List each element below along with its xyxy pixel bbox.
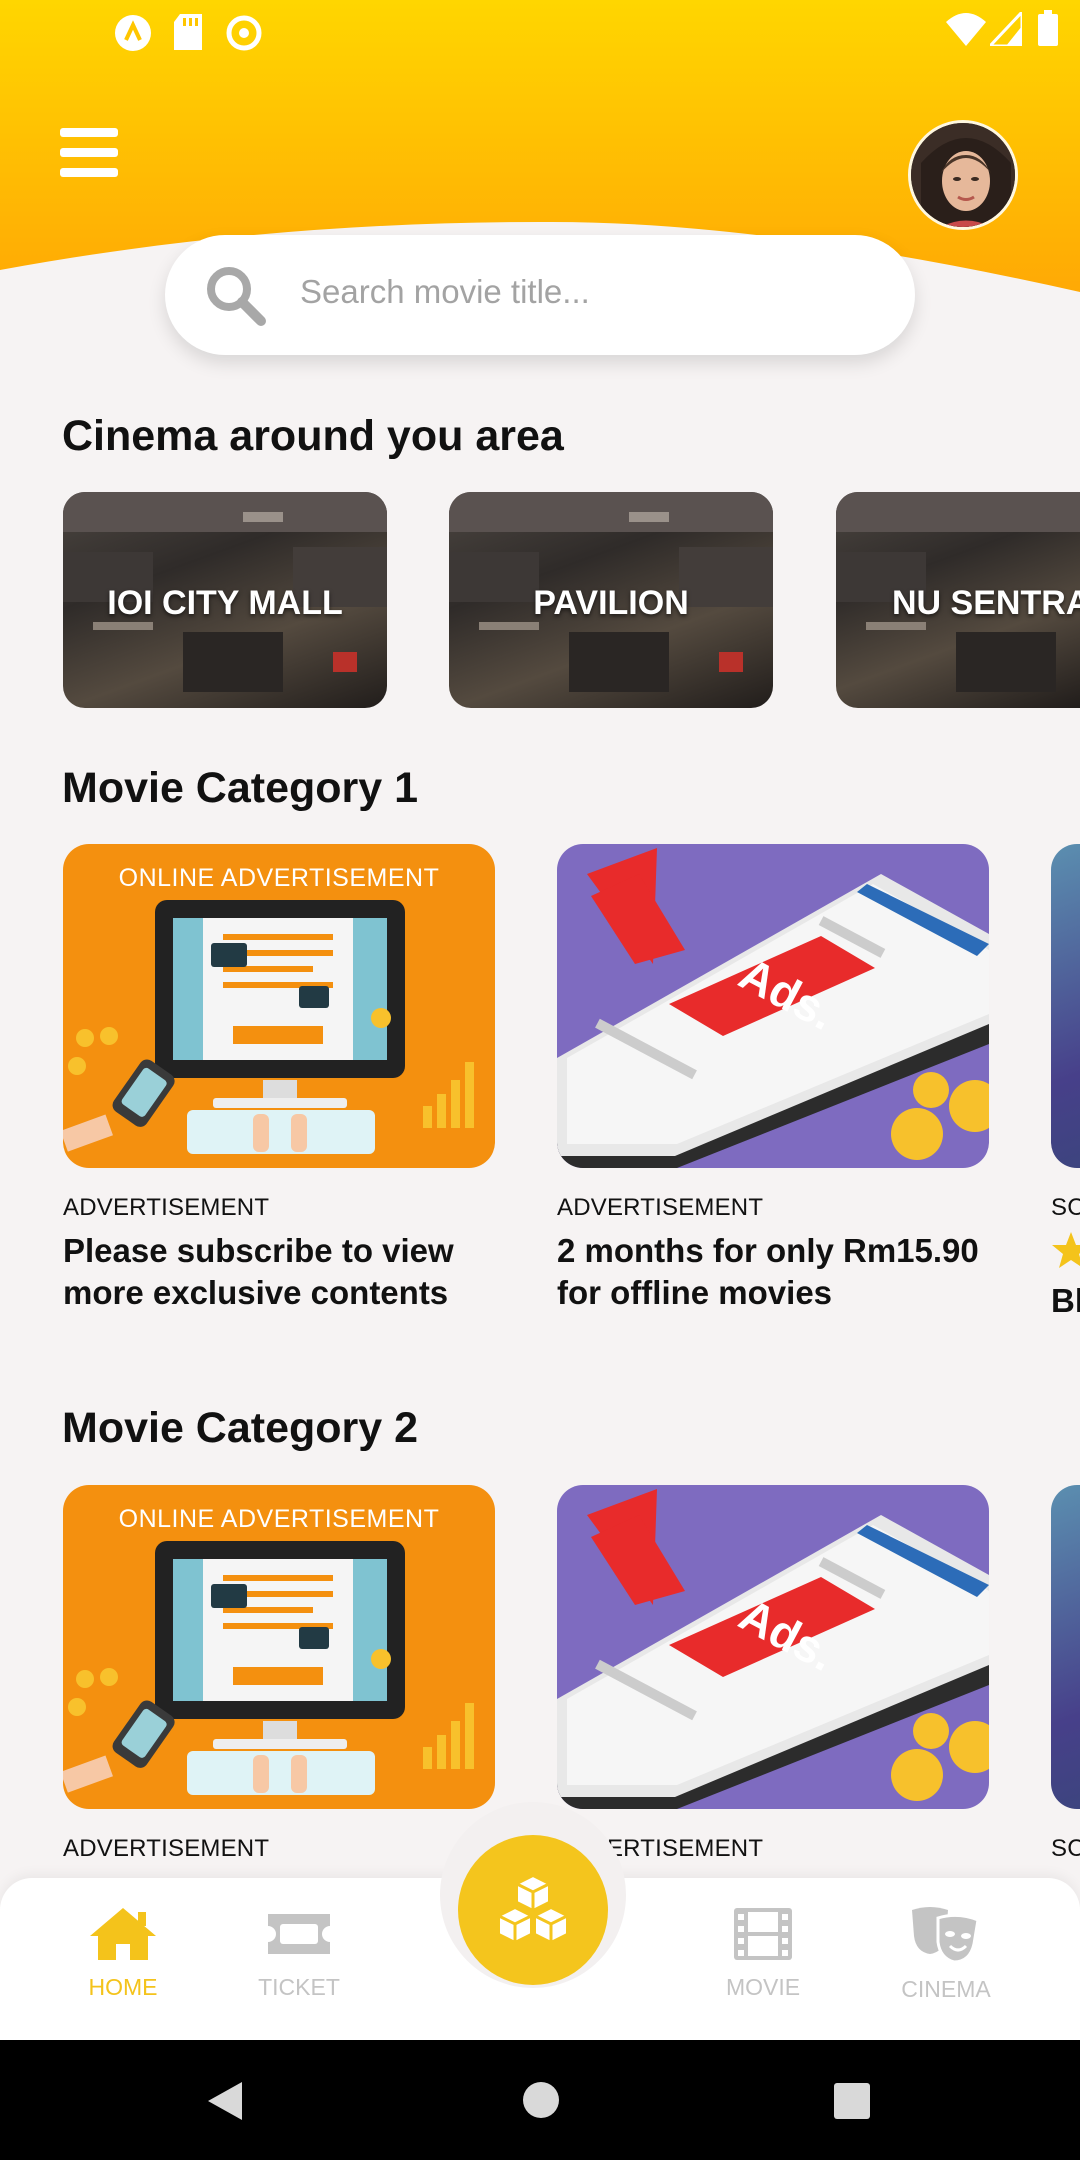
movie-poster — [1051, 1485, 1080, 1809]
signal-icon — [990, 12, 1022, 46]
battery-icon — [1038, 10, 1058, 46]
nav-movie-label: MOVIE — [725, 1974, 801, 2000]
back-icon[interactable] — [206, 2080, 244, 2122]
movie-poster: ONLINE ADVERTISEMENT — [63, 844, 495, 1168]
cinema-card[interactable]: NU SENTRAL — [836, 492, 1080, 708]
cinema-section-title: Cinema around you area — [62, 412, 564, 460]
search-bar[interactable]: Search movie title... — [165, 235, 915, 355]
cinema-name: PAVILION — [533, 584, 689, 622]
movie-card[interactable]: SC Bl — [1051, 844, 1080, 1322]
movie-tag: ADVERTISEMENT — [63, 1194, 270, 1221]
nav-home-label: HOME — [88, 1974, 158, 2000]
search-icon — [207, 267, 266, 326]
home-icon — [90, 1908, 156, 1960]
online-ad-illustration — [63, 900, 474, 1154]
nav-cinema[interactable]: CINEMA — [871, 1906, 1021, 2003]
theater-masks-icon — [912, 1907, 980, 1964]
status-bar — [0, 0, 1080, 64]
ads-phone-illustration: Ads. — [557, 1489, 989, 1809]
movie-tag: SC — [1051, 1835, 1080, 1862]
film-icon — [734, 1908, 792, 1960]
system-navigation-bar — [0, 2040, 1080, 2160]
nav-movie[interactable]: MOVIE — [688, 1906, 838, 2001]
movie-card[interactable]: SC — [1051, 1485, 1080, 1863]
cinema-name: NU SENTRAL — [892, 584, 1080, 622]
cinema-card[interactable]: IOI CITY MALL — [63, 492, 387, 708]
menu-icon — [60, 128, 118, 137]
android-icon — [115, 15, 151, 51]
movie-poster: Ads. — [557, 1485, 989, 1809]
search-input[interactable]: Search movie title... — [300, 273, 590, 311]
nav-ticket[interactable]: TICKET — [224, 1906, 374, 2001]
movie-desc: Bl — [1051, 1282, 1080, 1319]
movie-card[interactable]: ONLINE ADVERTISEMENT — [63, 844, 495, 1314]
online-ad-illustration — [63, 1541, 474, 1795]
sd-card-icon — [174, 14, 202, 50]
movie-tag: ADVERTISEMENT — [557, 1194, 764, 1221]
recents-icon[interactable] — [834, 2083, 870, 2119]
movie-card[interactable]: ONLINE ADVERTISEMENT — [63, 1485, 495, 1863]
sync-icon — [226, 15, 262, 51]
center-action-button[interactable] — [458, 1835, 608, 1985]
home-circle-icon[interactable] — [522, 2081, 560, 2119]
movie-desc: Please subscribe to view more exclusive … — [63, 1232, 454, 1311]
nav-home[interactable]: HOME — [48, 1906, 198, 2001]
nav-cinema-label: CINEMA — [901, 1976, 991, 2002]
cinema-name: IOI CITY MALL — [107, 584, 343, 622]
category1-title: Movie Category 1 — [62, 764, 419, 812]
nav-ticket-label: TICKET — [258, 1974, 340, 2000]
user-avatar[interactable] — [908, 120, 1018, 230]
movie-desc: 2 months for only Rm15.90 for offline mo… — [557, 1232, 979, 1311]
star-icon — [1052, 1232, 1080, 1268]
cinema-card[interactable]: PAVILION — [449, 492, 773, 708]
cubes-icon — [498, 1874, 568, 1944]
ads-phone-illustration: Ads. — [557, 848, 989, 1168]
category2-title: Movie Category 2 — [62, 1404, 419, 1452]
movie-tag: SC — [1051, 1194, 1080, 1221]
movie-card[interactable]: Ads. ADVERTISEMENT — [557, 1485, 989, 1863]
wifi-icon — [946, 13, 986, 46]
movie-poster — [1051, 844, 1080, 1168]
movie-card[interactable]: Ads. ADVERTISEMENT 2 months for only Rm1… — [557, 844, 989, 1314]
ticket-icon — [268, 1914, 330, 1954]
menu-button[interactable] — [60, 128, 118, 178]
movie-poster: Ads. — [557, 844, 989, 1168]
movie-tag: ADVERTISEMENT — [63, 1835, 270, 1862]
movie-tag: ADVERTISEMENT — [557, 1835, 764, 1862]
movie-poster: ONLINE ADVERTISEMENT — [63, 1485, 495, 1809]
